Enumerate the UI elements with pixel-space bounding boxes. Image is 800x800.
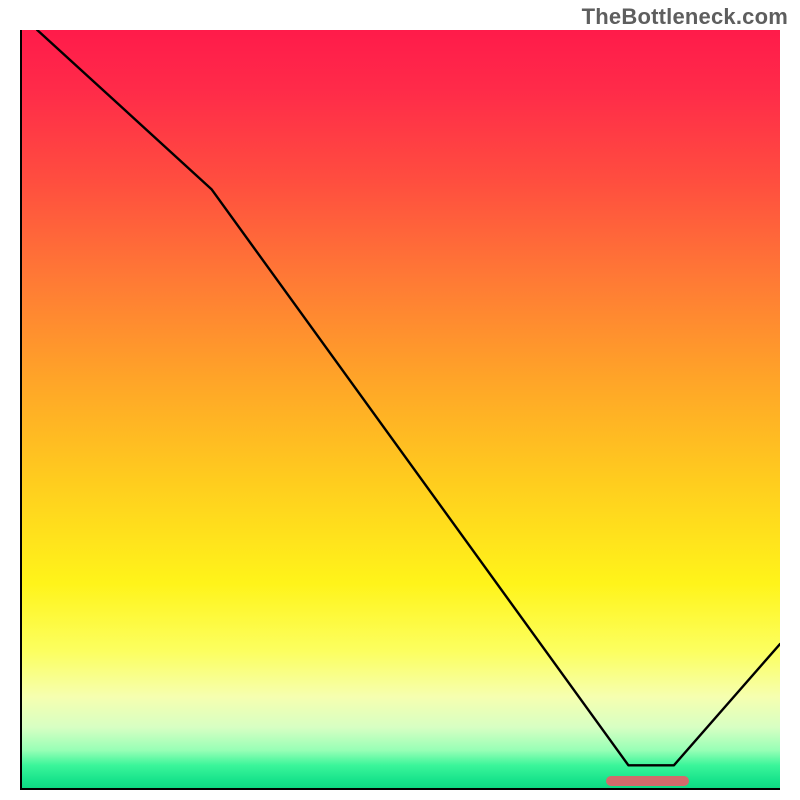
bottleneck-curve: [22, 30, 780, 788]
watermark-text: TheBottleneck.com: [582, 4, 788, 30]
plot-area: [22, 30, 780, 788]
optimal-range-marker: [606, 776, 689, 786]
chart-container: TheBottleneck.com: [0, 0, 800, 800]
plot-frame: [20, 30, 780, 790]
